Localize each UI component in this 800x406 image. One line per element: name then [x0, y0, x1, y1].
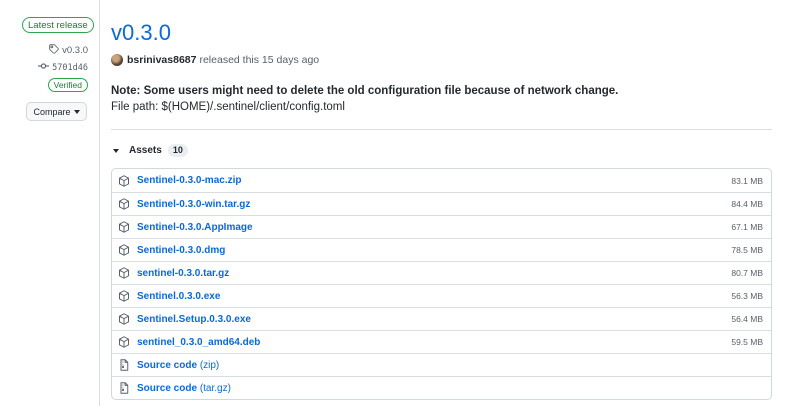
asset-size: 56.4 MB	[731, 314, 763, 324]
source-code-row[interactable]: Source code (tar.gz)	[112, 376, 771, 399]
package-icon	[118, 336, 130, 348]
source-code-format: (tar.gz)	[199, 382, 231, 394]
asset-link[interactable]: Sentinel-0.3.0.dmg	[137, 245, 225, 256]
asset-size: 83.1 MB	[731, 175, 763, 186]
asset-size: 56.3 MB	[731, 291, 763, 301]
asset-size: 84.4 MB	[731, 199, 763, 209]
release-sidebar: Latest release v0.3.0 5701d46 Verified C…	[0, 0, 100, 406]
asset-size: 80.7 MB	[731, 268, 763, 278]
asset-link[interactable]: Sentinel.Setup.0.3.0.exe	[137, 314, 251, 325]
asset-link[interactable]: sentinel-0.3.0.tar.gz	[137, 268, 229, 279]
asset-size: 78.5 MB	[731, 245, 763, 255]
release-title[interactable]: v0.3.0	[111, 20, 171, 46]
asset-row[interactable]: Sentinel.Setup.0.3.0.exe 56.4 MB	[112, 307, 771, 330]
asset-row[interactable]: sentinel_0.3.0_amd64.deb 59.5 MB	[112, 330, 771, 353]
package-icon	[118, 290, 130, 302]
package-icon	[118, 221, 130, 233]
asset-link[interactable]: Sentinel.0.3.0.exe	[137, 291, 220, 302]
package-icon	[118, 313, 130, 325]
asset-link[interactable]: sentinel_0.3.0_amd64.deb	[137, 337, 260, 348]
release-note: Note: Some users might need to delete th…	[111, 85, 619, 97]
file-zip-icon	[118, 382, 130, 394]
source-code-link[interactable]: Source code (tar.gz)	[137, 383, 231, 394]
asset-row[interactable]: Sentinel.0.3.0.exe 56.3 MB	[112, 284, 771, 307]
package-icon	[118, 174, 130, 187]
commit-icon	[38, 62, 50, 73]
assets-count: 10	[167, 144, 188, 157]
package-icon	[118, 267, 130, 279]
asset-row[interactable]: Sentinel-0.3.0.dmg 78.5 MB	[112, 238, 771, 261]
release-author-line: bsrinivas8687 released this 15 days ago	[111, 54, 319, 66]
assets-list: Sentinel-0.3.0-mac.zip 83.1 MB Sentinel-…	[111, 168, 772, 400]
asset-row[interactable]: Sentinel-0.3.0-mac.zip 83.1 MB	[112, 169, 771, 192]
file-zip-icon	[118, 359, 130, 371]
asset-size: 59.5 MB	[731, 337, 763, 347]
avatar[interactable]	[111, 54, 123, 66]
sidebar-divider	[99, 0, 100, 406]
compare-label: Compare	[33, 106, 71, 117]
source-code-label: Source code	[137, 359, 198, 371]
source-code-label: Source code	[137, 382, 198, 394]
asset-link[interactable]: Sentinel-0.3.0.AppImage	[137, 222, 253, 233]
package-icon	[118, 244, 130, 256]
asset-size: 67.1 MB	[731, 222, 763, 232]
asset-link[interactable]: Sentinel-0.3.0-win.tar.gz	[137, 199, 250, 210]
assets-label: Assets	[129, 145, 162, 156]
asset-link[interactable]: Sentinel-0.3.0-mac.zip	[137, 175, 241, 186]
asset-row[interactable]: sentinel-0.3.0.tar.gz 80.7 MB	[112, 261, 771, 284]
tag-icon	[49, 44, 59, 57]
compare-button[interactable]: Compare	[26, 102, 87, 121]
commit-sha: 5701d46	[52, 62, 88, 73]
source-code-format: (zip)	[199, 359, 220, 371]
verified-badge[interactable]: Verified	[47, 78, 88, 92]
triangle-down-icon	[113, 148, 119, 153]
source-code-row[interactable]: Source code (zip)	[112, 353, 771, 376]
chevron-down-icon	[73, 109, 80, 114]
commit-link[interactable]: 5701d46	[38, 62, 88, 73]
release-filepath: File path: $(HOME)/.sentinel/client/conf…	[111, 101, 345, 113]
asset-row[interactable]: Sentinel-0.3.0-win.tar.gz 84.4 MB	[112, 192, 771, 215]
tag-link[interactable]: v0.3.0	[49, 44, 88, 57]
author-link[interactable]: bsrinivas8687	[127, 54, 196, 66]
latest-release-badge: Latest release	[22, 17, 94, 33]
source-code-link[interactable]: Source code (zip)	[137, 360, 219, 371]
assets-toggle[interactable]: Assets 10	[113, 144, 188, 157]
section-divider	[111, 129, 772, 130]
package-icon	[118, 198, 130, 210]
asset-row[interactable]: Sentinel-0.3.0.AppImage 67.1 MB	[112, 215, 771, 238]
released-time: released this 15 days ago	[199, 54, 320, 66]
tag-name: v0.3.0	[62, 45, 88, 56]
